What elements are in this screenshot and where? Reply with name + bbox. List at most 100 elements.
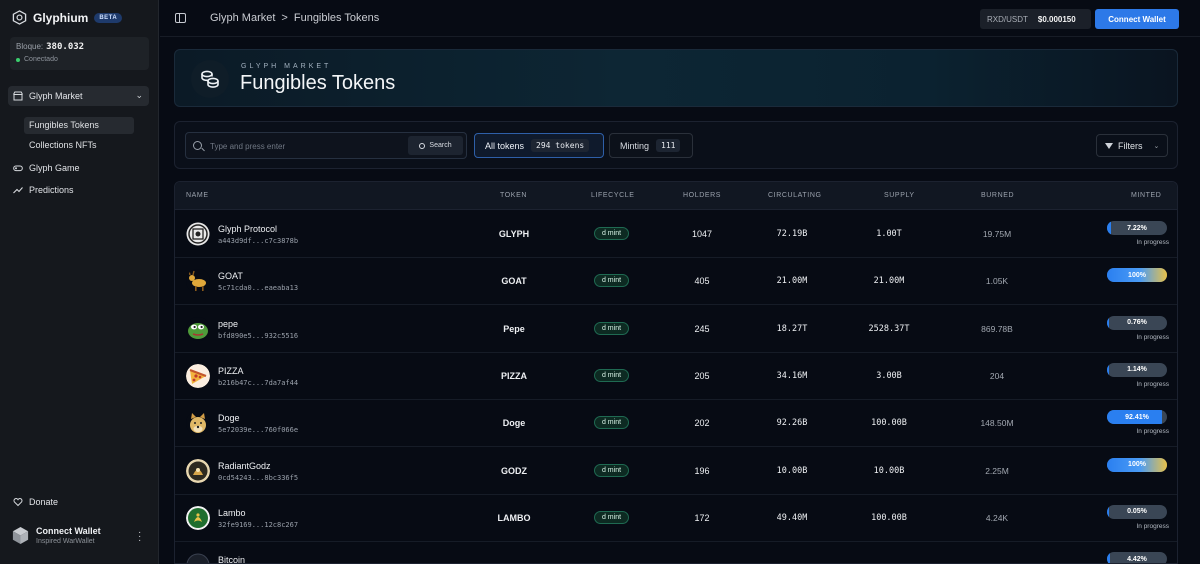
block-label: Bloque:	[16, 42, 44, 51]
store-icon	[13, 91, 23, 101]
token-name[interactable]: Lambo	[218, 508, 246, 518]
tab-label: Minting	[620, 140, 650, 151]
search-input[interactable]	[210, 139, 400, 153]
token-ticker: GODZ	[501, 465, 527, 476]
breadcrumb: Glyph Market > Fungibles Tokens	[210, 12, 379, 24]
token-name[interactable]: GOAT	[218, 271, 243, 281]
filters-button[interactable]: Filters ⌄	[1096, 134, 1168, 157]
token-name[interactable]: PIZZA	[218, 366, 244, 376]
brand[interactable]: Glyphium BETA	[12, 10, 123, 25]
column-header-supply[interactable]: SUPPLY	[884, 192, 915, 199]
search-button[interactable]: Search	[408, 136, 463, 155]
minted-progress-bar: 4.42%	[1107, 552, 1167, 563]
table-row[interactable]: Glyph Protocol a443d9df...c7c3878b GLYPH…	[175, 211, 1177, 258]
minted-status: In progress	[1136, 428, 1169, 436]
page-title: Fungibles Tokens	[240, 72, 396, 94]
sidebar-item-fungibles-tokens[interactable]: Fungibles Tokens	[24, 117, 134, 134]
minted-progress-bar: 100%	[1107, 457, 1167, 472]
circulating-value: 34.16M	[776, 370, 808, 381]
filter-icon	[1105, 142, 1113, 149]
connection-status: Conectado	[16, 56, 58, 63]
burned-value: 869.78B	[981, 323, 1013, 334]
breadcrumb-root[interactable]: Glyph Market	[210, 12, 275, 24]
tab-minting[interactable]: Minting 111	[609, 133, 693, 158]
price-value: $0.000150	[1037, 14, 1076, 24]
token-name[interactable]: Doge	[218, 413, 240, 423]
price-pair: RXD/USDT	[987, 14, 1028, 24]
heart-hand-icon	[13, 497, 23, 507]
token-avatar-icon	[186, 269, 210, 294]
column-header-lifecycle[interactable]: LIFECYCLE	[591, 192, 635, 199]
sidebar-item-donate[interactable]: Donate	[8, 492, 58, 512]
token-avatar-icon	[186, 553, 210, 563]
minted-percent: 1.14%	[1127, 366, 1147, 374]
token-avatar-icon	[186, 363, 210, 388]
circulating-value: 92.26B	[776, 418, 808, 429]
table-row[interactable]: Bitcoin 4.42%	[175, 542, 1177, 563]
glyphium-logo-icon	[12, 10, 27, 25]
table-row[interactable]: RadiantGodz 0cd54243...8bc336f5 GODZ d m…	[175, 448, 1177, 495]
search-box: Search	[185, 132, 467, 159]
minted-percent: 7.22%	[1127, 224, 1147, 232]
column-header-holders[interactable]: HOLDERS	[683, 192, 721, 199]
sidebar-item-label: Glyph Market	[29, 91, 83, 101]
sidebar-connect-wallet[interactable]: Connect Wallet Inspired WarWallet	[11, 526, 101, 545]
lifecycle-badge: d mint	[594, 274, 629, 288]
column-header-minted[interactable]: MINTED	[1131, 192, 1161, 199]
table-row[interactable]: GOAT 5c71cda0...eaeaba13 GOAT d mint 405…	[175, 258, 1177, 306]
connect-wallet-button[interactable]: Connect Wallet	[1095, 9, 1179, 29]
sidebar-item-glyph-market[interactable]: Glyph Market ⌄	[8, 86, 149, 106]
token-address: b216b47c...7da7af44	[218, 378, 299, 387]
chevron-down-icon: ⌄	[135, 90, 143, 100]
sidebar-toggle-icon[interactable]	[175, 13, 186, 23]
column-header-name[interactable]: NAME	[186, 192, 209, 199]
holders-count: 405	[694, 276, 710, 287]
token-avatar-icon	[186, 222, 210, 246]
brand-name: Glyphium	[33, 10, 89, 25]
circulating-value: 72.19B	[776, 229, 808, 239]
beta-badge: BETA	[94, 12, 123, 23]
token-name[interactable]: RadiantGodz	[218, 461, 271, 471]
filter-bar: Search All tokens 294 tokens Minting 111…	[174, 121, 1178, 169]
chevron-down-icon: ⌄	[1153, 142, 1160, 150]
table-row[interactable]: pepe bfd890e5...932c5516 Pepe d mint 245…	[175, 306, 1177, 353]
supply-value: 2528.37T	[868, 323, 910, 334]
block-height-panel: Bloque: 380.032 Conectado	[10, 37, 149, 70]
minted-status: In progress	[1136, 239, 1169, 246]
column-header-circulating[interactable]: CIRCULATING	[768, 192, 822, 199]
token-name[interactable]: pepe	[218, 319, 238, 329]
token-name[interactable]: Bitcoin	[218, 555, 245, 563]
minted-percent: 0.05%	[1127, 508, 1147, 516]
burned-value: 1.05K	[985, 276, 1009, 287]
sidebar-item-predictions[interactable]: Predictions	[8, 180, 74, 200]
cube-icon	[12, 526, 29, 545]
topbar: Glyph Market > Fungibles Tokens RXD/USDT…	[160, 0, 1200, 37]
more-vertical-icon[interactable]: · · ·	[138, 528, 141, 546]
sidebar-item-label: Glyph Game	[29, 163, 80, 173]
supply-value: 10.00B	[873, 465, 905, 476]
table-row[interactable]: Lambo 32fe9169...12c8c267 LAMBO d mint 1…	[175, 495, 1177, 542]
gamepad-icon	[13, 163, 23, 173]
token-address: 0cd54243...8bc336f5	[218, 473, 299, 482]
table-header: NAME TOKEN LIFECYCLE HOLDERS CIRCULATING…	[175, 182, 1177, 210]
column-header-burned[interactable]: BURNED	[981, 192, 1014, 199]
minted-status: In progress	[1136, 380, 1169, 388]
tab-all-tokens[interactable]: All tokens 294 tokens	[474, 133, 604, 158]
burned-value: 19.75M	[982, 229, 1012, 239]
burned-value: 148.50M	[980, 418, 1014, 429]
column-header-token[interactable]: TOKEN	[500, 192, 527, 199]
table-row[interactable]: Doge 5e72039e...760f066e Doge d mint 202…	[175, 400, 1177, 448]
tokens-table: NAME TOKEN LIFECYCLE HOLDERS CIRCULATING…	[174, 181, 1178, 564]
circulating-value: 49.40M	[776, 512, 808, 523]
table-row[interactable]: PIZZA b216b47c...7da7af44 PIZZA d mint 2…	[175, 353, 1177, 400]
sidebar-item-collections-nfts[interactable]: Collections NFTs	[24, 137, 134, 154]
circulating-value: 21.00M	[776, 276, 808, 287]
status-text: Conectado	[24, 56, 58, 63]
token-ticker: PIZZA	[501, 370, 527, 381]
token-avatar-icon	[186, 458, 210, 483]
token-ticker: LAMBO	[497, 512, 531, 523]
holders-count: 245	[694, 323, 710, 334]
sidebar-item-glyph-game[interactable]: Glyph Game	[8, 158, 80, 178]
token-name[interactable]: Glyph Protocol	[218, 224, 277, 234]
coins-icon	[191, 60, 229, 98]
